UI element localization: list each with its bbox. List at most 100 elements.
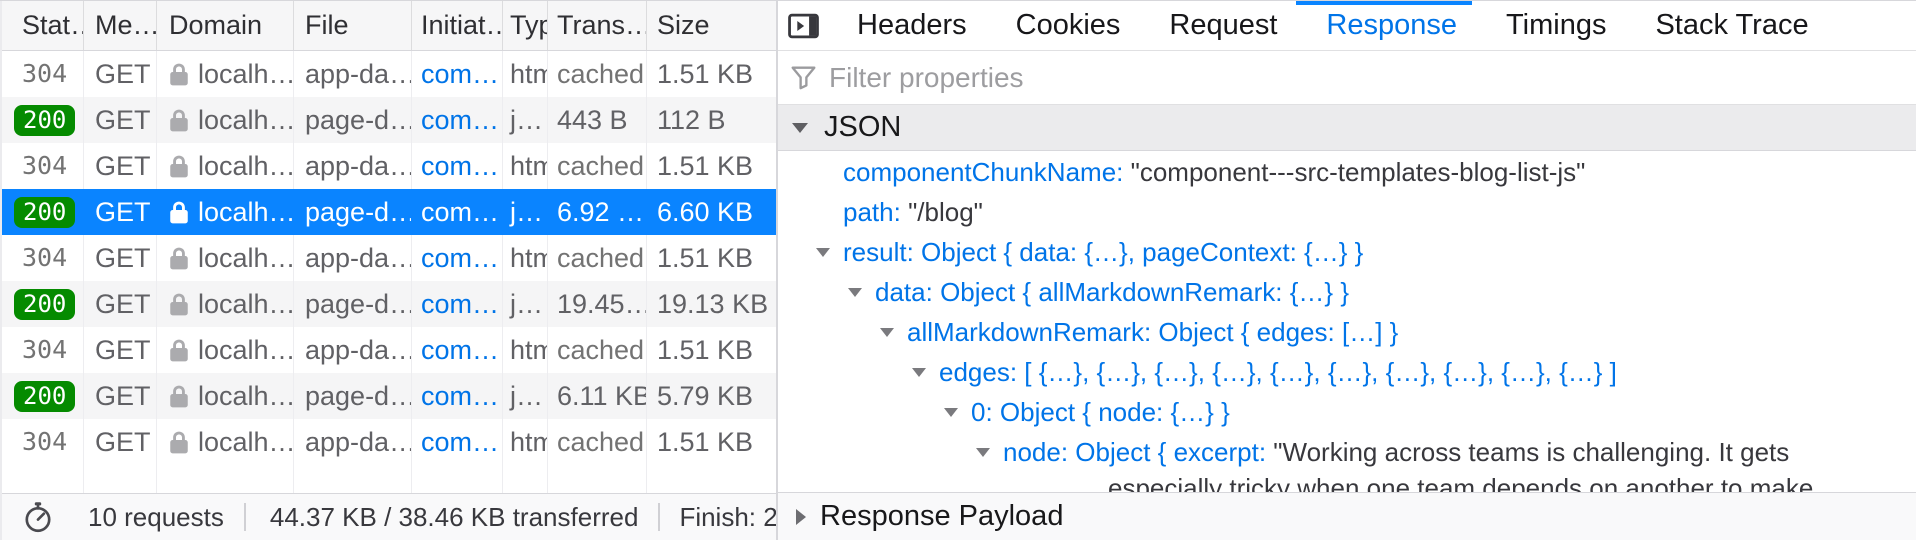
- tab-label: Timings: [1506, 9, 1606, 42]
- filter-funnel-icon: [790, 64, 817, 91]
- cell-status: 304: [2, 235, 84, 281]
- column-header[interactable]: Stat…: [2, 1, 84, 50]
- object-summary: Object { excerpt:: [1075, 437, 1273, 467]
- cell-transferred: 19.45…: [548, 281, 647, 327]
- devtools-network-panel: Stat…Me…DomainFileInitiat…TypTrans…Size …: [0, 0, 1916, 540]
- column-header[interactable]: Domain: [157, 1, 294, 50]
- tree-node-result[interactable]: result: Object { data: {…}, pageContext:…: [778, 232, 1916, 272]
- column-header[interactable]: Size: [647, 1, 776, 50]
- tree-node-allMarkdownRemark[interactable]: allMarkdownRemark: Object { edges: […] }: [778, 312, 1916, 352]
- tree-node-path[interactable]: path: "/blog": [778, 192, 1916, 232]
- initiator-link[interactable]: com…: [421, 419, 499, 465]
- cell-initiator: com…: [412, 143, 503, 189]
- status-code: 304: [22, 327, 67, 373]
- cell-domain: localh…: [157, 189, 294, 235]
- initiator-link[interactable]: com…: [421, 189, 499, 235]
- response-payload-section-header[interactable]: Response Payload: [778, 492, 1916, 540]
- property-key: node:: [1003, 437, 1075, 467]
- cell-type: j…: [503, 97, 548, 143]
- cell-method: GET: [84, 281, 157, 327]
- property-value: "/blog": [908, 197, 983, 227]
- chevron-down-icon[interactable]: [976, 448, 990, 457]
- cell-domain: localh…: [157, 235, 294, 281]
- cell-method: GET: [84, 51, 157, 97]
- tab-stack-trace[interactable]: Stack Trace: [1655, 1, 1808, 51]
- object-summary: Object { edges: […] }: [1158, 317, 1398, 347]
- initiator-link[interactable]: com…: [421, 235, 499, 281]
- column-header[interactable]: Initiat…: [412, 1, 503, 50]
- cell-status: 200: [2, 281, 84, 327]
- column-header[interactable]: File: [294, 1, 412, 50]
- column-header[interactable]: Typ: [503, 1, 548, 50]
- cell-initiator: com…: [412, 235, 503, 281]
- chevron-down-icon[interactable]: [816, 248, 830, 257]
- chevron-down-icon[interactable]: [944, 408, 958, 417]
- cell-file: page-d…: [294, 281, 412, 327]
- cell-domain: localh…: [157, 373, 294, 419]
- initiator-link[interactable]: com…: [421, 281, 499, 327]
- cell-method: GET: [84, 189, 157, 235]
- cell-method: GET: [84, 143, 157, 189]
- tree-node-0[interactable]: 0: Object { node: {…} }: [778, 392, 1916, 432]
- network-request-row[interactable]: 200 GET localh… page-d… com… j… 6.11 KB …: [2, 373, 776, 419]
- column-header[interactable]: Me…: [84, 1, 157, 50]
- tab-cookies[interactable]: Cookies: [1016, 1, 1121, 51]
- property-key: edges:: [939, 357, 1024, 387]
- tree-node-data[interactable]: data: Object { allMarkdownRemark: {…} }: [778, 272, 1916, 312]
- initiator-link[interactable]: com…: [421, 327, 499, 373]
- cell-size: 5.79 KB: [647, 373, 776, 419]
- detail-tabs: Headers Cookies Request Response Timings…: [778, 1, 1916, 51]
- tab-headers[interactable]: Headers: [857, 1, 967, 51]
- cell-file: app-da…: [294, 327, 412, 373]
- json-section-header[interactable]: JSON: [778, 105, 1916, 151]
- tab-label: Request: [1169, 9, 1277, 42]
- object-summary: Object { allMarkdownRemark: {…} }: [940, 277, 1349, 307]
- json-section-label: JSON: [824, 111, 901, 144]
- network-request-row[interactable]: 304 GET localh… app-da… com… html cached…: [2, 327, 776, 373]
- cell-size: 1.51 KB: [647, 143, 776, 189]
- request-details-panel: Headers Cookies Request Response Timings…: [778, 1, 1916, 540]
- cell-type: html: [503, 419, 548, 465]
- cell-size: 1.51 KB: [647, 419, 776, 465]
- network-request-row[interactable]: 304 GET localh… app-da… com… html cached…: [2, 419, 776, 465]
- split-panel-toggle-icon[interactable]: [788, 13, 819, 39]
- stopwatch-icon[interactable]: [22, 500, 54, 534]
- property-key: data:: [875, 277, 940, 307]
- tab-timings[interactable]: Timings: [1506, 1, 1606, 51]
- network-request-row[interactable]: 200 GET localh… page-d… com… j… 19.45… 1…: [2, 281, 776, 327]
- network-request-row[interactable]: 304 GET localh… app-da… com… html cached…: [2, 143, 776, 189]
- cell-initiator: com…: [412, 373, 503, 419]
- column-header[interactable]: Trans…: [548, 1, 647, 50]
- cell-transferred: cached: [548, 51, 647, 97]
- cell-size: 1.51 KB: [647, 235, 776, 281]
- cell-transferred: 6.92 …: [548, 189, 647, 235]
- domain-text: localh…: [198, 281, 294, 327]
- response-payload-label: Response Payload: [820, 500, 1063, 533]
- initiator-link[interactable]: com…: [421, 97, 499, 143]
- status-badge: 200: [14, 289, 75, 320]
- tree-node-node[interactable]: node: Object { excerpt: "Working across …: [778, 432, 1916, 492]
- initiator-link[interactable]: com…: [421, 51, 499, 97]
- initiator-link[interactable]: com…: [421, 373, 499, 419]
- property-value: "component---src-templates-blog-list-js": [1131, 157, 1586, 187]
- tree-node-edges[interactable]: edges: [ {…}, {…}, {…}, {…}, {…}, {…}, {…: [778, 352, 1916, 392]
- initiator-link[interactable]: com…: [421, 143, 499, 189]
- filter-properties-input[interactable]: [829, 62, 1429, 94]
- network-request-row[interactable]: 200 GET localh… page-d… com… j… 6.92 … 6…: [2, 189, 776, 235]
- tab-label: Cookies: [1016, 9, 1121, 42]
- tab-request[interactable]: Request: [1169, 1, 1277, 51]
- chevron-down-icon[interactable]: [880, 328, 894, 337]
- tree-node-componentChunkName[interactable]: componentChunkName: "component---src-tem…: [778, 152, 1916, 192]
- property-key: 0:: [971, 397, 1000, 427]
- network-request-row[interactable]: 200 GET localh… page-d… com… j… 443 B 11…: [2, 97, 776, 143]
- domain-text: localh…: [198, 189, 294, 235]
- network-request-row[interactable]: 304 GET localh… app-da… com… html cached…: [2, 51, 776, 97]
- chevron-down-icon[interactable]: [912, 368, 926, 377]
- status-code: 304: [22, 51, 67, 97]
- tab-response[interactable]: Response: [1326, 1, 1457, 51]
- lock-icon: [169, 200, 189, 225]
- network-request-row[interactable]: 304 GET localh… app-da… com… html cached…: [2, 235, 776, 281]
- chevron-down-icon[interactable]: [848, 288, 862, 297]
- cell-type: html: [503, 327, 548, 373]
- network-table-body: 304 GET localh… app-da… com… html cached…: [2, 51, 776, 493]
